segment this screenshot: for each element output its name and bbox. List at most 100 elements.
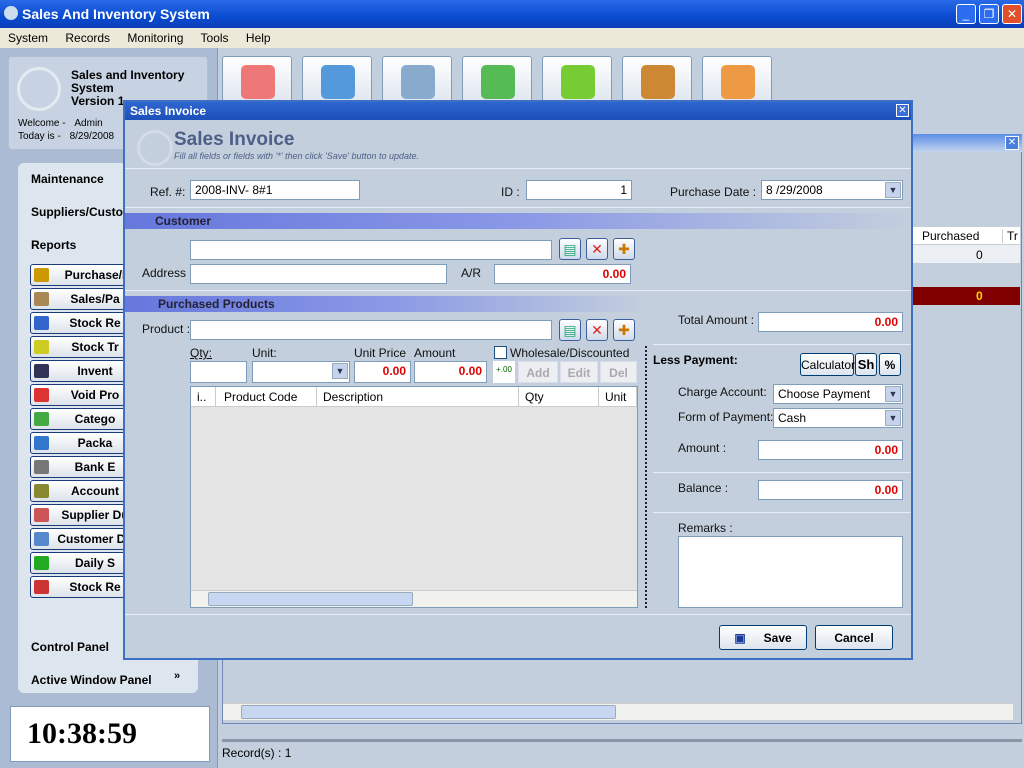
- nav-button-icon: [34, 292, 49, 306]
- unit-label: Unit:: [252, 346, 277, 360]
- qty-input[interactable]: [190, 361, 247, 383]
- records-label: Record(s) :: [222, 746, 282, 760]
- nav-button-label: Stock Re: [69, 316, 121, 330]
- welcome-user: Admin: [74, 118, 103, 129]
- form-of-payment-value: Cash: [778, 411, 807, 425]
- row-purchased-value: 0: [976, 248, 983, 262]
- charge-account-label: Charge Account:: [678, 385, 767, 399]
- customer-new-icon[interactable]: ✚: [613, 238, 635, 260]
- customer-clear-icon[interactable]: ✕: [586, 238, 608, 260]
- users-icon: [721, 65, 755, 99]
- nav-button-label: Sales/Pa: [70, 292, 120, 306]
- nav-button-label: Catego: [74, 412, 116, 426]
- nav-control-panel[interactable]: Control Panel: [31, 640, 109, 654]
- purchase-date-picker[interactable]: 8 /29/2008 ▼: [761, 180, 903, 200]
- nav-button-icon: [34, 580, 49, 594]
- address-label: Address :: [142, 266, 193, 280]
- ar-label: A/R: [461, 266, 482, 280]
- toolbar-button-5[interactable]: [622, 56, 692, 104]
- toolbar-button-0[interactable]: [222, 56, 292, 104]
- close-button[interactable]: ✕: [1002, 4, 1022, 24]
- menu-tools[interactable]: Tools: [201, 31, 229, 45]
- today-date: 8/29/2008: [69, 131, 115, 142]
- chevron-down-icon[interactable]: ▼: [885, 410, 901, 426]
- unit-price-input[interactable]: 0.00: [354, 361, 411, 383]
- nav-button-label: Stock Tr: [71, 340, 119, 354]
- decimal-format-button[interactable]: +.00: [493, 361, 515, 383]
- customer-input[interactable]: [190, 240, 552, 260]
- remarks-textarea[interactable]: [678, 536, 903, 608]
- atom-logo-icon: [17, 67, 61, 111]
- atom-logo-icon: [137, 130, 173, 166]
- nav-button-label: Supplier Du: [61, 508, 129, 522]
- chevron-down-icon[interactable]: ▼: [885, 182, 901, 198]
- menu-monitoring[interactable]: Monitoring: [127, 31, 183, 45]
- nav-active-window-panel[interactable]: Active Window Panel: [31, 673, 152, 687]
- nav-button-icon: [34, 436, 49, 450]
- cancel-button[interactable]: Cancel: [815, 625, 893, 650]
- menu-system[interactable]: System: [8, 31, 48, 45]
- customer-browse-icon[interactable]: ▤: [559, 238, 581, 260]
- unit-select[interactable]: ▼: [252, 361, 350, 383]
- nav-button-label: Customer Du: [57, 532, 133, 546]
- nav-maintenance[interactable]: Maintenance: [31, 172, 104, 186]
- column-tr: Tr: [1002, 229, 1018, 243]
- sh-button[interactable]: Sh: [855, 353, 877, 376]
- nav-button-icon: [34, 340, 49, 354]
- delete-button[interactable]: Del: [600, 361, 637, 383]
- nav-suppliers-customers[interactable]: Suppliers/Customers: [31, 205, 123, 219]
- toolbar-button-6[interactable]: [702, 56, 772, 104]
- nav-button-label: Bank E: [74, 460, 116, 474]
- amount-label: Amount: [414, 346, 456, 360]
- dialog-close-icon[interactable]: ✕: [896, 104, 909, 117]
- background-close-icon[interactable]: ✕: [1005, 136, 1019, 150]
- nav-button-icon: [34, 484, 49, 498]
- id-input[interactable]: 1: [526, 180, 632, 200]
- ar-value: 0.00: [494, 264, 631, 284]
- toolbar-button-3[interactable]: [462, 56, 532, 104]
- calculator-button[interactable]: Calculator: [800, 353, 855, 376]
- amount-input[interactable]: 0.00: [414, 361, 487, 383]
- minimize-button[interactable]: _: [956, 4, 976, 24]
- maximize-button[interactable]: ❐: [979, 4, 999, 24]
- wholesale-checkbox[interactable]: [494, 346, 507, 359]
- form-of-payment-select[interactable]: Cash ▼: [773, 408, 903, 428]
- nav-button-icon: [34, 556, 49, 570]
- purchase-date-value: 8 /29/2008: [766, 183, 823, 197]
- toolbar-button-4[interactable]: [542, 56, 612, 104]
- product-browse-icon[interactable]: ▤: [559, 319, 581, 341]
- background-hscrollbar[interactable]: [223, 703, 1013, 720]
- chevron-down-icon[interactable]: ▼: [885, 386, 901, 402]
- today-label: Today is -: [18, 131, 61, 142]
- edit-button[interactable]: Edit: [560, 361, 598, 383]
- records-count: 1: [284, 746, 292, 760]
- dialog-titlebar: Sales Invoice: [125, 102, 911, 120]
- ref-input[interactable]: 2008-INV- 8#1: [190, 180, 360, 200]
- menu-help[interactable]: Help: [246, 31, 271, 45]
- wholesale-label: Wholesale/Discounted: [510, 346, 630, 360]
- chevron-down-icon[interactable]: ▼: [332, 363, 348, 379]
- address-input[interactable]: [190, 264, 447, 284]
- percent-button[interactable]: %: [879, 353, 901, 376]
- product-new-icon[interactable]: ✚: [613, 319, 635, 341]
- charge-account-select[interactable]: Choose Payment ▼: [773, 384, 903, 404]
- toolbar-button-2[interactable]: [382, 56, 452, 104]
- column-unit: Unit: [599, 387, 637, 407]
- product-input[interactable]: [190, 320, 552, 340]
- add-button[interactable]: Add: [518, 361, 558, 383]
- less-payment-label: Less Payment:: [653, 353, 738, 367]
- grid-hscrollbar[interactable]: [191, 590, 637, 607]
- toolbar-button-1[interactable]: [302, 56, 372, 104]
- chevron-down-icon[interactable]: »: [174, 670, 190, 686]
- save-button[interactable]: ▣ Save: [719, 625, 807, 650]
- payment-amount-input[interactable]: 0.00: [758, 440, 903, 460]
- nav-reports[interactable]: Reports: [31, 238, 76, 252]
- nav-button-label: Stock Re: [69, 580, 121, 594]
- app-icon: [4, 6, 18, 20]
- unit-price-label: Unit Price: [354, 346, 407, 360]
- total-amount-label: Total Amount :: [678, 313, 755, 327]
- app-titlebar: Sales And Inventory System: [0, 0, 1024, 28]
- product-clear-icon[interactable]: ✕: [586, 319, 608, 341]
- menu-records[interactable]: Records: [65, 31, 110, 45]
- floppy-disk-icon: ▣: [734, 631, 746, 645]
